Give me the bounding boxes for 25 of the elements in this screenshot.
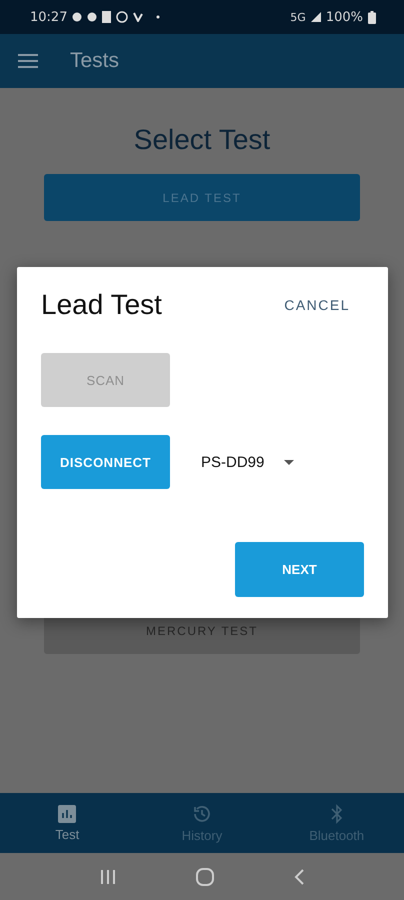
dialog-title: Lead Test bbox=[41, 289, 162, 321]
disconnect-button[interactable]: DISCONNECT bbox=[41, 435, 170, 489]
recents-icon[interactable] bbox=[100, 868, 116, 884]
app-title: Tests bbox=[70, 49, 120, 73]
page-heading: Select Test bbox=[134, 124, 270, 156]
menu-icon[interactable] bbox=[18, 54, 38, 68]
dot-icon bbox=[156, 15, 160, 19]
battery-icon bbox=[368, 10, 376, 24]
cancel-button[interactable]: CANCEL bbox=[278, 296, 356, 314]
sim-icon bbox=[102, 11, 112, 23]
bluetooth-icon bbox=[330, 804, 344, 824]
circle-icon bbox=[116, 11, 128, 23]
nav-tab[interactable]: Test bbox=[0, 793, 135, 853]
battery-label: 100% bbox=[326, 10, 363, 24]
network-label: 5G bbox=[290, 10, 306, 24]
home-icon[interactable] bbox=[196, 868, 214, 886]
test-button[interactable]: LEAD TEST bbox=[44, 174, 360, 221]
next-button[interactable]: NEXT bbox=[235, 542, 364, 597]
signal-icon bbox=[310, 12, 321, 22]
chart-icon bbox=[58, 804, 76, 822]
caret-icon bbox=[284, 460, 294, 464]
status-time: 10:27 bbox=[30, 10, 68, 24]
back-icon[interactable] bbox=[294, 868, 304, 884]
device-dropdown[interactable]: PS-DD99 bbox=[201, 454, 294, 470]
history-icon bbox=[192, 804, 212, 824]
